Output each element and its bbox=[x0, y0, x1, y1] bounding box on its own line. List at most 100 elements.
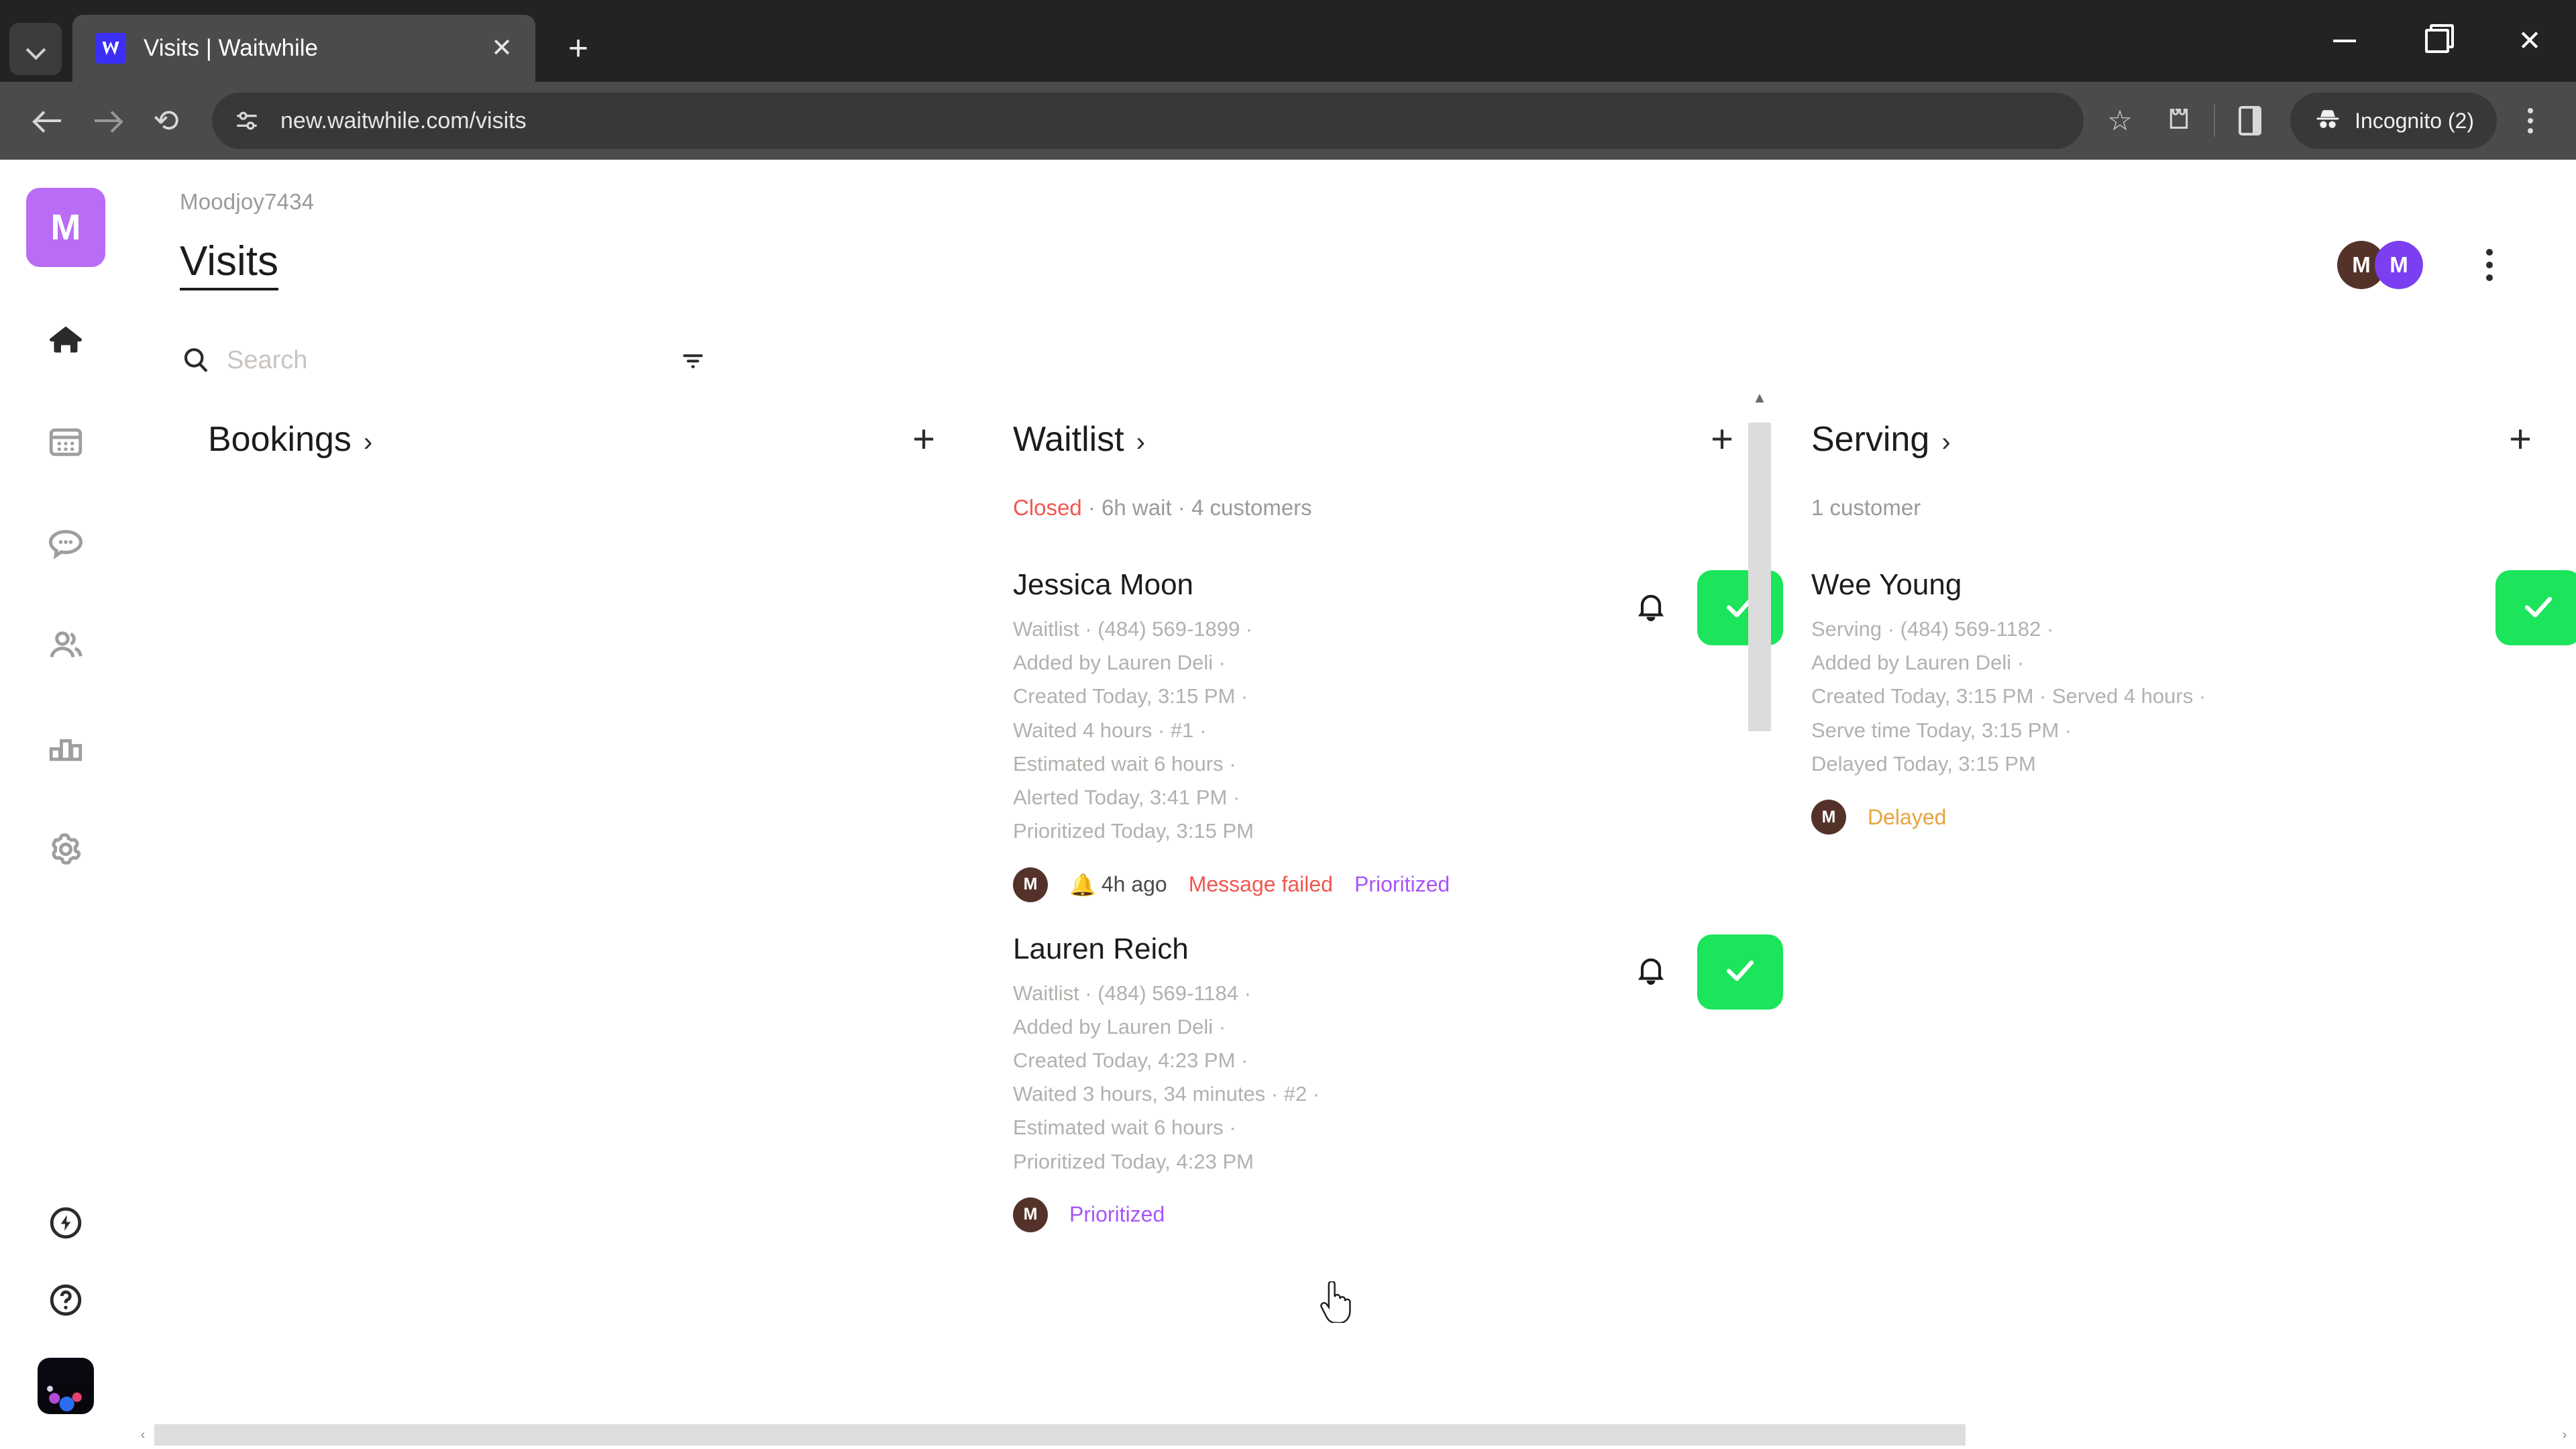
scrollbar-track[interactable] bbox=[1748, 408, 1771, 1432]
sidebar-item-messages[interactable] bbox=[27, 506, 105, 584]
home-icon bbox=[46, 319, 86, 363]
maximize-icon[interactable] bbox=[2391, 0, 2483, 82]
chevron-right-icon: › bbox=[1941, 427, 1951, 457]
scrollbar-thumb[interactable] bbox=[154, 1424, 1966, 1446]
browser-tab[interactable]: Visits | Waitwhile ✕ bbox=[72, 15, 535, 82]
sidebar-item-home[interactable] bbox=[27, 302, 105, 380]
avatar: M bbox=[1013, 1197, 1048, 1232]
visit-detail-line: Estimated wait 6 hours · bbox=[1013, 751, 1236, 775]
scroll-left-arrow-icon[interactable]: ‹ bbox=[131, 1428, 154, 1442]
bell-icon bbox=[1633, 953, 1668, 991]
reload-icon: ⟳ bbox=[153, 103, 180, 138]
kebab-menu-icon bbox=[2528, 108, 2533, 113]
status-badge: Message failed bbox=[1188, 872, 1333, 897]
waitlist-scrollbar[interactable]: ▲ ▼ bbox=[1748, 390, 1771, 1449]
visit-detail-line: Waited 3 hours, 34 minutes · #2 · bbox=[1013, 1082, 1320, 1106]
bookmark-button[interactable]: ☆ bbox=[2090, 91, 2149, 150]
column-title: Serving bbox=[1811, 420, 1930, 459]
back-arrow-icon bbox=[34, 106, 63, 136]
scrollbar-track[interactable] bbox=[154, 1424, 2553, 1446]
column-title: Bookings bbox=[208, 420, 352, 459]
page-menu-button[interactable] bbox=[2459, 235, 2520, 295]
question-circle-icon bbox=[46, 1284, 85, 1322]
scroll-up-arrow-icon[interactable]: ▲ bbox=[1752, 390, 1767, 408]
serving-summary: 1 customer bbox=[1811, 495, 1921, 520]
calendar-icon bbox=[46, 422, 85, 464]
avatar-stack: M M bbox=[2337, 241, 2423, 289]
tab-search-button[interactable] bbox=[9, 23, 62, 75]
sidebar-item-help[interactable] bbox=[46, 1281, 85, 1323]
add-booking-button[interactable]: + bbox=[903, 420, 945, 459]
visit-card-body: Jessica Moon Waitlist · (484) 569-1899 ·… bbox=[1013, 566, 1625, 902]
avatar[interactable]: M bbox=[2375, 241, 2423, 289]
horizontal-scrollbar[interactable]: ‹ › bbox=[131, 1421, 2576, 1449]
toolbar-divider bbox=[2214, 105, 2216, 137]
side-panel-button[interactable] bbox=[2220, 91, 2279, 150]
column-waitlist: Waitlist › + Closed · 6h wait · 4 custom… bbox=[985, 390, 1783, 1449]
search-input[interactable] bbox=[219, 345, 669, 375]
avatar[interactable] bbox=[38, 1358, 94, 1414]
window-close-icon[interactable]: ✕ bbox=[2483, 0, 2576, 82]
visit-card-body: Lauren Reich Waitlist · (484) 569-1184 ·… bbox=[1013, 930, 1625, 1232]
visit-card-actions bbox=[2496, 566, 2576, 645]
sidebar-item-calendar[interactable] bbox=[27, 404, 105, 482]
page-content: M Moodjoy7434 Visits M M Search Bookings… bbox=[0, 160, 2576, 1449]
avatar: M bbox=[1811, 800, 1846, 835]
sidebar-item-settings[interactable] bbox=[27, 812, 105, 890]
status-badge: Prioritized bbox=[1069, 1202, 1165, 1227]
add-serving-button[interactable]: + bbox=[2500, 420, 2541, 459]
visit-card[interactable]: Wee Young Serving · (484) 569-1182 · Add… bbox=[1811, 538, 2576, 835]
visit-detail-line: Created Today, 3:15 PM · bbox=[1013, 684, 1248, 708]
waitlist-card-list: Jessica Moon Waitlist · (484) 569-1899 ·… bbox=[985, 538, 1783, 1232]
extensions-button[interactable] bbox=[2149, 91, 2208, 150]
customer-name: Wee Young bbox=[1811, 568, 1962, 601]
notify-button[interactable] bbox=[1625, 582, 1677, 634]
status-badge: Prioritized bbox=[1354, 872, 1450, 897]
visit-detail-line: Prioritized Today, 3:15 PM bbox=[1013, 819, 1254, 843]
visit-badges: M Delayed bbox=[1811, 800, 2496, 835]
waitwhile-logo-icon bbox=[95, 33, 126, 64]
notify-button[interactable] bbox=[1625, 946, 1677, 998]
incognito-indicator[interactable]: Incognito (2) bbox=[2290, 93, 2497, 149]
url-text: new.waitwhile.com/visits bbox=[280, 107, 527, 133]
check-icon bbox=[2519, 587, 2558, 629]
kebab-menu-icon bbox=[2486, 249, 2493, 256]
filter-icon[interactable] bbox=[669, 345, 716, 375]
visit-detail-line: Waited 4 hours · #1 · bbox=[1013, 718, 1207, 742]
customer-name: Lauren Reich bbox=[1013, 932, 1189, 965]
address-bar[interactable]: new.waitwhile.com/visits bbox=[212, 93, 2084, 149]
forward-button[interactable] bbox=[78, 91, 137, 150]
column-title-group[interactable]: Waitlist › bbox=[1013, 419, 1145, 460]
visit-card[interactable]: Jessica Moon Waitlist · (484) 569-1899 ·… bbox=[1013, 538, 1783, 902]
reload-button[interactable]: ⟳ bbox=[137, 91, 196, 150]
visit-badges: M Prioritized bbox=[1013, 1197, 1625, 1232]
chevron-right-icon: › bbox=[1136, 427, 1145, 457]
tab-title: Visits | Waitwhile bbox=[144, 35, 318, 61]
tune-icon[interactable] bbox=[232, 106, 262, 136]
column-title-group[interactable]: Bookings › bbox=[208, 419, 372, 460]
new-tab-button[interactable]: + bbox=[553, 23, 604, 74]
visit-card[interactable]: Lauren Reich Waitlist · (484) 569-1184 ·… bbox=[1013, 902, 1783, 1232]
back-button[interactable] bbox=[19, 91, 78, 150]
sidebar-item-whats-new[interactable] bbox=[46, 1203, 85, 1246]
status-badge: Closed bbox=[1013, 495, 1082, 520]
bell-icon bbox=[1633, 589, 1668, 627]
sidebar-item-customers[interactable] bbox=[27, 608, 105, 686]
status-badge: Delayed bbox=[1868, 804, 1947, 829]
add-waitlist-button[interactable]: + bbox=[1701, 420, 1743, 459]
breadcrumb[interactable]: Moodjoy7434 bbox=[131, 160, 2576, 215]
sidebar-item-analytics[interactable] bbox=[27, 710, 105, 788]
close-icon[interactable]: ✕ bbox=[483, 30, 521, 67]
browser-menu-button[interactable] bbox=[2504, 91, 2557, 150]
visit-detail-line: Added by Lauren Deli · bbox=[1811, 651, 2025, 675]
browser-toolbar: ⟳ new.waitwhile.com/visits ☆ Incognito (… bbox=[0, 82, 2576, 160]
customer-name: Jessica Moon bbox=[1013, 568, 1194, 601]
toolbar-actions: ☆ Incognito (2) bbox=[2090, 91, 2557, 150]
complete-button[interactable] bbox=[2496, 570, 2576, 645]
column-title-group[interactable]: Serving › bbox=[1811, 419, 1951, 460]
minimize-icon[interactable] bbox=[2298, 0, 2391, 82]
scrollbar-thumb[interactable] bbox=[1748, 423, 1771, 731]
scroll-right-arrow-icon[interactable]: › bbox=[2553, 1428, 2576, 1442]
workspace-logo[interactable]: M bbox=[26, 188, 105, 267]
browser-chrome: Visits | Waitwhile ✕ + ✕ ⟳ new.waitwhile… bbox=[0, 0, 2576, 160]
